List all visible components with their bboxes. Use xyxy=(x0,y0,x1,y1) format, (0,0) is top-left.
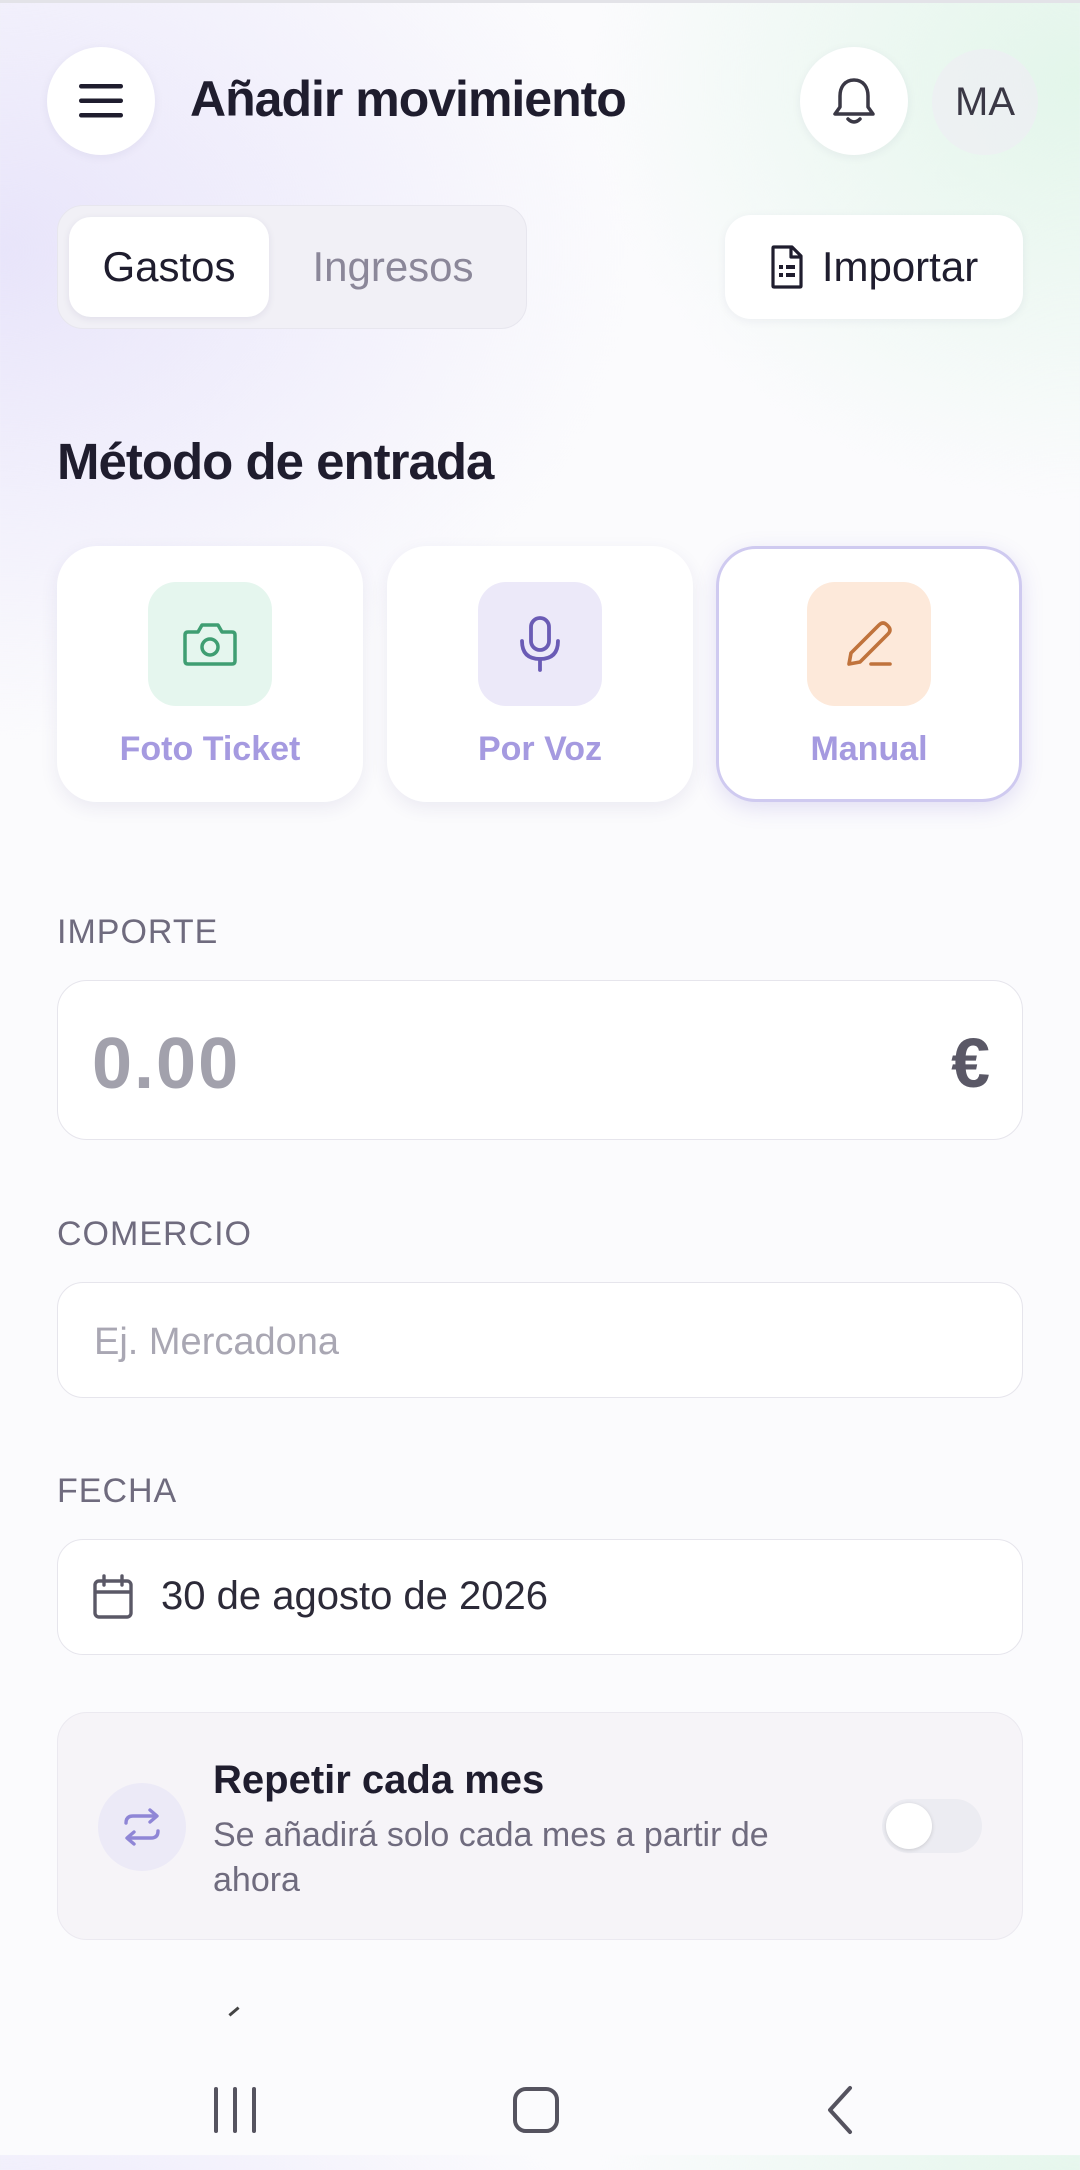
notifications-button[interactable] xyxy=(800,47,908,155)
repeat-toggle[interactable] xyxy=(882,1799,982,1853)
page-title: Añadir movimiento xyxy=(190,71,627,127)
pencil-icon-badge xyxy=(807,582,931,706)
method-photo-ticket[interactable]: Foto Ticket xyxy=(57,546,363,802)
microphone-icon xyxy=(520,616,560,672)
back-button[interactable] xyxy=(779,2050,899,2170)
repeat-title: Repetir cada mes xyxy=(213,1758,545,1802)
tab-gastos[interactable]: Gastos xyxy=(69,217,269,317)
avatar[interactable]: MA xyxy=(932,49,1038,155)
method-label: Foto Ticket xyxy=(119,730,301,768)
currency-symbol: € xyxy=(951,1024,990,1102)
date-value: 30 de agosto de 2026 xyxy=(161,1574,549,1618)
menu-button[interactable] xyxy=(47,47,155,155)
pencil-icon xyxy=(847,621,892,666)
home-button[interactable] xyxy=(476,2050,596,2170)
amount-input[interactable]: 0.00 € xyxy=(57,980,1023,1140)
expense-income-toggle: Gastos Ingresos xyxy=(57,205,527,329)
date-label: FECHA xyxy=(57,1472,178,1510)
home-icon xyxy=(513,2087,559,2133)
method-voice[interactable]: Por Voz xyxy=(387,546,693,802)
tab-ingresos[interactable]: Ingresos xyxy=(273,217,513,317)
repeat-monthly-card: Repetir cada mes Se añadirá solo cada me… xyxy=(57,1712,1023,1940)
system-navigation-bar xyxy=(0,2020,1080,2155)
amount-label: IMPORTE xyxy=(57,913,219,951)
repeat-icon xyxy=(124,1808,160,1846)
method-label: Manual xyxy=(810,730,928,768)
merchant-input[interactable] xyxy=(92,1283,976,1401)
date-picker[interactable]: 30 de agosto de 2026 xyxy=(57,1539,1023,1655)
status-divider xyxy=(0,0,1080,3)
camera-icon-badge xyxy=(148,582,272,706)
calendar-icon xyxy=(93,1574,133,1619)
camera-icon xyxy=(183,623,237,666)
document-icon xyxy=(771,245,803,289)
method-label: Por Voz xyxy=(477,730,603,768)
toggle-knob xyxy=(886,1803,932,1849)
merchant-label: COMERCIO xyxy=(57,1215,252,1253)
import-button[interactable]: Importar xyxy=(725,215,1023,319)
recents-icon xyxy=(214,2087,256,2133)
bell-icon xyxy=(833,78,875,124)
microphone-icon-badge xyxy=(478,582,602,706)
method-manual[interactable]: Manual xyxy=(716,546,1022,802)
back-icon xyxy=(828,2086,852,2134)
repeat-subtitle: Se añadirá solo cada mes a partir de aho… xyxy=(213,1816,769,1899)
merchant-field xyxy=(57,1282,1023,1401)
recents-button[interactable] xyxy=(175,2050,295,2170)
clipped-content-fragment xyxy=(228,2006,240,2017)
import-button-label: Importar xyxy=(821,243,979,290)
input-method-title: Método de entrada xyxy=(57,433,494,490)
repeat-icon-badge xyxy=(98,1783,186,1871)
amount-placeholder: 0.00 xyxy=(92,1024,241,1104)
hamburger-menu-icon xyxy=(79,84,123,118)
